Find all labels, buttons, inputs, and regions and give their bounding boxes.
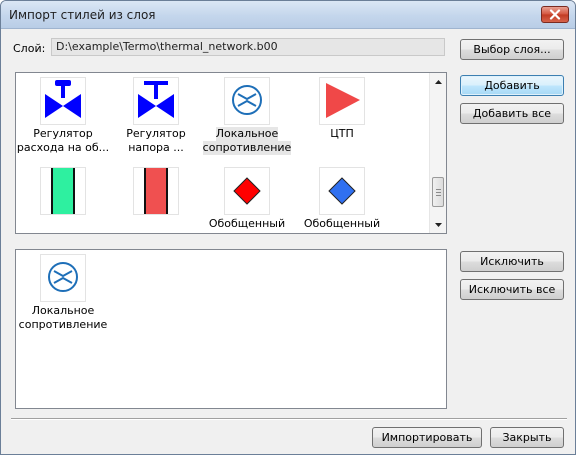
- style-item[interactable]: ЦТП: [295, 73, 389, 153]
- style-item[interactable]: Обобщенный: [200, 163, 294, 233]
- style-item-label-line2: расхода на об...: [16, 141, 110, 154]
- style-item-selected[interactable]: Локальное сопротивление: [200, 73, 294, 155]
- layer-path-field: D:\example\Termo\thermal_network.b00: [51, 38, 445, 56]
- close-window-button[interactable]: [541, 6, 569, 23]
- layer-label: Слой:: [13, 42, 46, 55]
- scroll-down-arrow-icon[interactable]: [430, 216, 446, 233]
- style-item[interactable]: [16, 163, 110, 233]
- red-diamond-icon: [224, 167, 270, 215]
- selected-styles-list[interactable]: Локальное сопротивление: [15, 249, 447, 409]
- style-item-label-line1: Обобщенный: [303, 217, 381, 230]
- style-item-label-line2: сопротивление: [202, 141, 292, 155]
- close-icon: [549, 9, 561, 20]
- style-item[interactable]: Обобщенный: [295, 163, 389, 233]
- blue-diamond-icon: [319, 167, 365, 215]
- style-item-label-line2: сопротивление: [18, 318, 108, 331]
- local-resistance-icon: [224, 77, 270, 125]
- available-list-scrollbar[interactable]: [429, 73, 446, 233]
- style-item[interactable]: [109, 163, 203, 233]
- style-item-label-line1: ЦТП: [330, 127, 354, 140]
- import-styles-dialog: Импорт стилей из слоя Слой: D:\example\T…: [0, 0, 576, 455]
- window-title: Импорт стилей из слоя: [9, 8, 156, 22]
- available-styles-list[interactable]: Регулятор расхода на об... Регулятор нап…: [15, 72, 447, 234]
- style-item[interactable]: Регулятор напора ...: [109, 73, 203, 154]
- red-pipe-icon: [133, 167, 179, 215]
- scrollbar-thumb[interactable]: [432, 177, 444, 207]
- ctp-triangle-icon: [319, 77, 365, 125]
- style-item-label-line1: Регулятор: [126, 127, 186, 140]
- add-button[interactable]: Добавить: [460, 75, 564, 96]
- import-button[interactable]: Импортировать: [372, 427, 482, 448]
- scroll-up-arrow-icon[interactable]: [430, 73, 446, 90]
- style-item-label-line1: Локальное: [215, 127, 279, 141]
- close-button[interactable]: Закрыть: [490, 427, 564, 448]
- style-item-label-line1: Локальное: [31, 304, 95, 317]
- flow-regulator-valve-icon: [40, 77, 86, 125]
- exclude-all-button[interactable]: Исключить все: [460, 279, 564, 300]
- footer-separator: [11, 418, 567, 420]
- style-item-label-line1: Регулятор: [33, 127, 93, 140]
- style-item-label-line2: напора ...: [128, 141, 184, 154]
- add-all-button[interactable]: Добавить все: [460, 103, 564, 124]
- choose-layer-button[interactable]: Выбор слоя...: [460, 39, 564, 60]
- local-resistance-icon: [40, 254, 86, 302]
- style-item[interactable]: Локальное сопротивление: [16, 250, 110, 331]
- style-item[interactable]: Регулятор расхода на об...: [16, 73, 110, 154]
- pressure-regulator-valve-icon: [133, 77, 179, 125]
- style-item-label-line1: Обобщенный: [208, 217, 286, 230]
- green-pipe-icon: [40, 167, 86, 215]
- title-bar[interactable]: Импорт стилей из слоя: [1, 1, 575, 29]
- exclude-button[interactable]: Исключить: [460, 251, 564, 272]
